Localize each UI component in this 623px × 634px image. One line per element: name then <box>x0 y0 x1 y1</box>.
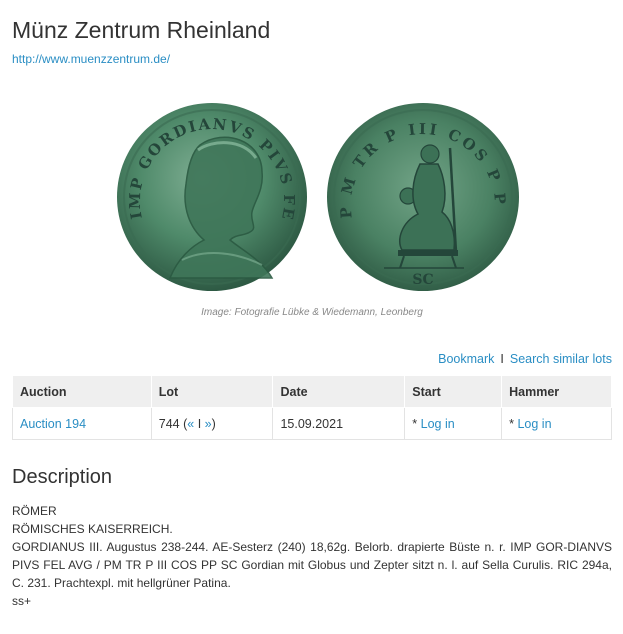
next-lot-link[interactable]: » <box>205 417 212 431</box>
lot-nav-close: ) <box>211 416 216 431</box>
search-similar-lots-link[interactable]: Search similar lots <box>510 352 612 366</box>
previous-lot-link[interactable]: « <box>187 417 194 431</box>
description-heading: Description <box>12 466 113 488</box>
lot-number: 744 <box>158 416 180 431</box>
start-asterisk: * <box>412 416 418 431</box>
table-header-row: Auction Lot Date Start Hammer <box>12 375 612 408</box>
description-grade: ss+ <box>12 594 32 608</box>
reverse-exergue: SC <box>412 272 433 288</box>
cell-auction: Auction 194 <box>12 407 152 440</box>
lot-nav-separator: I <box>197 416 202 431</box>
description-body: GORDIANUS III. Augustus 238-244. AE-Sest… <box>12 540 612 590</box>
coin-image[interactable]: IMP GORDIANVS PIVS FEL AVG SC P M TR P I… <box>112 100 524 295</box>
start-login-link[interactable]: Log in <box>421 417 455 431</box>
header-hammer: Hammer <box>501 375 612 408</box>
page-title: Münz Zentrum Rheinland <box>12 17 271 43</box>
dealer-website-link[interactable]: http://www.muenzzentrum.de/ <box>12 52 170 66</box>
hammer-asterisk: * <box>509 416 514 431</box>
actions-separator: I <box>500 352 504 366</box>
cell-start: * Log in <box>404 407 503 440</box>
coin-obverse: IMP GORDIANVS PIVS FEL AVG <box>112 100 307 291</box>
header-date: Date <box>272 375 406 408</box>
bookmark-link[interactable]: Bookmark <box>438 352 494 366</box>
header-auction: Auction <box>12 375 152 408</box>
cell-hammer: * Log in <box>501 407 612 440</box>
lot-info-table: Auction Lot Date Start Hammer Auction 19… <box>12 375 612 440</box>
cell-lot: 744 (« I ») <box>150 407 274 440</box>
auction-link[interactable]: Auction 194 <box>20 417 86 431</box>
cell-date: 15.09.2021 <box>272 407 406 440</box>
lot-actions: Bookmark I Search similar lots <box>438 352 612 366</box>
coin-reverse: SC P M TR P III COS P P <box>327 103 519 291</box>
hammer-login-link[interactable]: Log in <box>517 417 551 431</box>
header-start: Start <box>404 375 503 408</box>
description-category: RÖMER <box>12 504 57 518</box>
image-caption: Image: Fotografie Lübke & Wiedemann, Leo… <box>201 307 423 318</box>
lot-description: RÖMER RÖMISCHES KAISERREICH. GORDIANUS I… <box>12 502 612 610</box>
table-row: Auction 194 744 (« I ») 15.09.2021 * Log… <box>12 407 612 440</box>
header-lot: Lot <box>150 375 274 408</box>
description-subcategory: RÖMISCHES KAISERREICH. <box>12 522 173 536</box>
